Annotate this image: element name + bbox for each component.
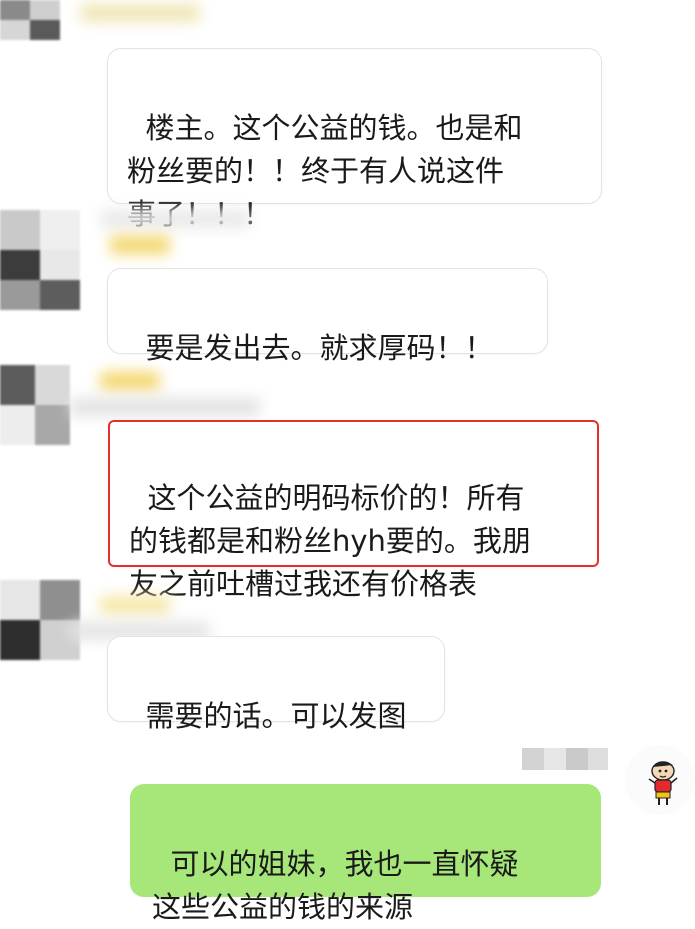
message-text: 要是发出去。就求厚码！！ [145,331,494,365]
sender-name-blurred [100,372,160,390]
message-text: 这个公益的明码标价的！所有 的钱都是和粉丝hyh要的。我朋 友之前吐槽过我还有价… [129,481,531,601]
sender-name-blurred [100,210,250,228]
message-bubble-highlighted[interactable]: 这个公益的明码标价的！所有 的钱都是和粉丝hyh要的。我朋 友之前吐槽过我还有价… [108,420,599,601]
sender-name-blurred [110,236,170,254]
cartoon-boy-sticker-icon [648,761,678,805]
sender-name-blurred [70,398,260,416]
message-bubble[interactable]: 需要的话。可以发图 [107,636,445,733]
avatar[interactable] [0,580,80,660]
avatar[interactable] [0,210,80,310]
sender-name-blurred [100,596,170,614]
message-text: 可以的姐妹，我也一直怀疑 这些公益的钱的来源 [152,847,519,924]
avatar[interactable] [0,365,70,445]
self-name-blurred [522,748,608,770]
sender-name-blurred [80,4,200,22]
message-text: 需要的话。可以发图 [145,699,407,733]
message-bubble[interactable]: 要是发出去。就求厚码！！ [107,268,548,365]
avatar[interactable] [0,0,60,40]
message-bubble[interactable]: 楼主。这个公益的钱。也是和 粉丝要的！！终于有人说这件 事了！！！ [107,48,602,231]
self-avatar[interactable] [625,745,695,815]
message-bubble-self[interactable]: 可以的姐妹，我也一直怀疑 这些公益的钱的来源 [130,784,601,924]
